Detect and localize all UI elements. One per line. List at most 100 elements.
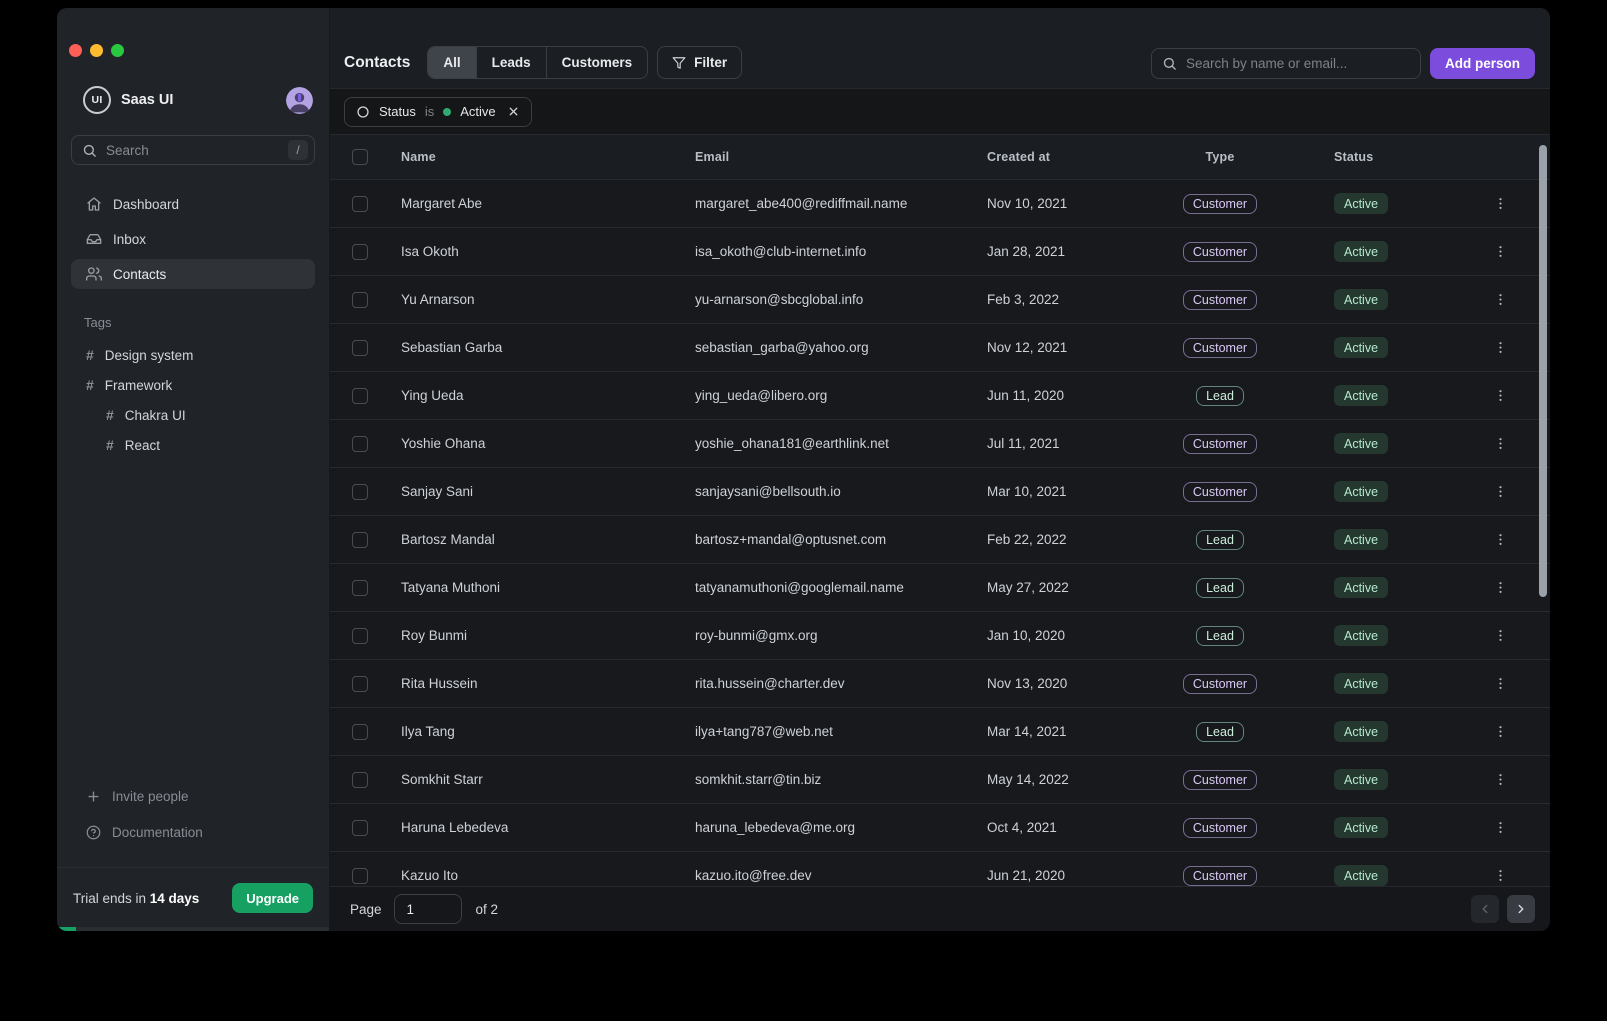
row-menu-button[interactable] <box>1489 288 1512 311</box>
row-checkbox[interactable] <box>352 772 368 788</box>
trial-progress-track <box>57 927 329 931</box>
row-checkbox[interactable] <box>352 628 368 644</box>
row-menu-button[interactable] <box>1489 768 1512 791</box>
next-page-button[interactable] <box>1507 895 1535 923</box>
table-row[interactable]: Isa Okoth isa_okoth@club-internet.info J… <box>330 228 1550 276</box>
row-menu-button[interactable] <box>1489 192 1512 215</box>
row-checkbox[interactable] <box>352 868 368 884</box>
row-cell-status: Active <box>1290 193 1450 214</box>
add-person-button[interactable]: Add person <box>1430 48 1535 79</box>
table-row[interactable]: Bartosz Mandal bartosz+mandal@optusnet.c… <box>330 516 1550 564</box>
table-row[interactable]: Ying Ueda ying_ueda@libero.org Jun 11, 2… <box>330 372 1550 420</box>
minimize-window-button[interactable] <box>90 44 103 57</box>
kebab-menu-icon <box>1493 436 1508 451</box>
table-row[interactable]: Roy Bunmi roy-bunmi@gmx.org Jan 10, 2020… <box>330 612 1550 660</box>
contacts-table: Name Email Created at Type Status Margar… <box>330 135 1550 886</box>
close-window-button[interactable] <box>69 44 82 57</box>
type-badge: Lead <box>1196 386 1244 406</box>
row-cell-created: May 27, 2022 <box>987 580 1150 595</box>
sidebar-item-label: Contacts <box>113 267 166 282</box>
tag-framework[interactable]: # Framework <box>71 370 315 400</box>
row-menu-button[interactable] <box>1489 432 1512 455</box>
kebab-menu-icon <box>1493 196 1508 211</box>
table-row[interactable]: Somkhit Starr somkhit.starr@tin.biz May … <box>330 756 1550 804</box>
tag-react[interactable]: # React <box>71 430 315 460</box>
table-row[interactable]: Yu Arnarson yu-arnarson@sbcglobal.info F… <box>330 276 1550 324</box>
documentation-link[interactable]: Documentation <box>71 817 315 847</box>
row-menu-button[interactable] <box>1489 240 1512 263</box>
row-checkbox[interactable] <box>352 388 368 404</box>
row-cell-checkbox <box>330 532 401 548</box>
table-row[interactable]: Kazuo Ito kazuo.ito@free.dev Jun 21, 202… <box>330 852 1550 886</box>
chevron-right-icon <box>1514 902 1528 916</box>
row-cell-created: Jun 21, 2020 <box>987 868 1150 883</box>
tab-leads[interactable]: Leads <box>477 47 547 78</box>
row-checkbox[interactable] <box>352 292 368 308</box>
zoom-window-button[interactable] <box>111 44 124 57</box>
page-number-input[interactable] <box>394 894 462 924</box>
select-all-checkbox[interactable] <box>352 149 368 165</box>
row-cell-created: Mar 14, 2021 <box>987 724 1150 739</box>
row-checkbox[interactable] <box>352 580 368 596</box>
row-cell-email: yu-arnarson@sbcglobal.info <box>695 292 987 307</box>
table-row[interactable]: Haruna Lebedeva haruna_lebedeva@me.org O… <box>330 804 1550 852</box>
tab-customers[interactable]: Customers <box>547 47 648 78</box>
tag-chakra-ui[interactable]: # Chakra UI <box>71 400 315 430</box>
row-cell-created: Jan 28, 2021 <box>987 244 1150 259</box>
sidebar-search[interactable]: / <box>71 135 315 165</box>
table-row[interactable]: Yoshie Ohana yoshie_ohana181@earthlink.n… <box>330 420 1550 468</box>
row-checkbox[interactable] <box>352 244 368 260</box>
kebab-menu-icon <box>1493 820 1508 835</box>
sidebar-item-inbox[interactable]: Inbox <box>71 224 315 254</box>
row-checkbox[interactable] <box>352 676 368 692</box>
row-checkbox[interactable] <box>352 820 368 836</box>
row-menu-button[interactable] <box>1489 672 1512 695</box>
row-menu-button[interactable] <box>1489 384 1512 407</box>
sidebar-item-contacts[interactable]: Contacts <box>71 259 315 289</box>
app-window: UI Saas UI / D <box>57 8 1550 931</box>
row-menu-button[interactable] <box>1489 576 1512 599</box>
row-checkbox[interactable] <box>352 484 368 500</box>
table-row[interactable]: Rita Hussein rita.hussein@charter.dev No… <box>330 660 1550 708</box>
type-badge: Customer <box>1183 290 1257 310</box>
row-menu-button[interactable] <box>1489 816 1512 839</box>
row-checkbox[interactable] <box>352 340 368 356</box>
user-avatar[interactable] <box>286 87 313 114</box>
remove-filter-icon[interactable] <box>507 105 520 118</box>
status-badge: Active <box>1334 529 1388 550</box>
status-badge: Active <box>1334 241 1388 262</box>
table-scrollbar-thumb[interactable] <box>1539 145 1547 597</box>
avatar-image <box>286 87 313 114</box>
row-menu-button[interactable] <box>1489 528 1512 551</box>
sidebar-item-dashboard[interactable]: Dashboard <box>71 189 315 219</box>
row-menu-button[interactable] <box>1489 720 1512 743</box>
row-cell-name: Yoshie Ohana <box>401 436 695 451</box>
status-filter-chip[interactable]: Status is Active <box>344 97 532 127</box>
row-menu-button[interactable] <box>1489 480 1512 503</box>
row-checkbox[interactable] <box>352 724 368 740</box>
tag-design-system[interactable]: # Design system <box>71 340 315 370</box>
upgrade-button[interactable]: Upgrade <box>232 883 313 913</box>
invite-people-link[interactable]: Invite people <box>71 781 315 811</box>
contacts-search[interactable] <box>1151 48 1421 79</box>
sidebar-search-input[interactable] <box>106 143 279 158</box>
previous-page-button[interactable] <box>1471 895 1499 923</box>
table-row[interactable]: Sebastian Garba sebastian_garba@yahoo.or… <box>330 324 1550 372</box>
filter-button[interactable]: Filter <box>657 46 742 79</box>
row-menu-button[interactable] <box>1489 864 1512 886</box>
table-row[interactable]: Sanjay Sani sanjaysani@bellsouth.io Mar … <box>330 468 1550 516</box>
row-cell-name: Haruna Lebedeva <box>401 820 695 835</box>
table-row[interactable]: Ilya Tang ilya+tang787@web.net Mar 14, 2… <box>330 708 1550 756</box>
row-checkbox[interactable] <box>352 436 368 452</box>
row-checkbox[interactable] <box>352 196 368 212</box>
row-checkbox[interactable] <box>352 532 368 548</box>
row-cell-actions <box>1450 576 1550 599</box>
tab-all[interactable]: All <box>428 47 476 78</box>
contacts-search-input[interactable] <box>1186 56 1410 71</box>
table-row[interactable]: Margaret Abe margaret_abe400@rediffmail.… <box>330 180 1550 228</box>
row-cell-checkbox <box>330 820 401 836</box>
table-row[interactable]: Tatyana Muthoni tatyanamuthoni@googlemai… <box>330 564 1550 612</box>
row-menu-button[interactable] <box>1489 336 1512 359</box>
row-menu-button[interactable] <box>1489 624 1512 647</box>
type-badge: Customer <box>1183 818 1257 838</box>
